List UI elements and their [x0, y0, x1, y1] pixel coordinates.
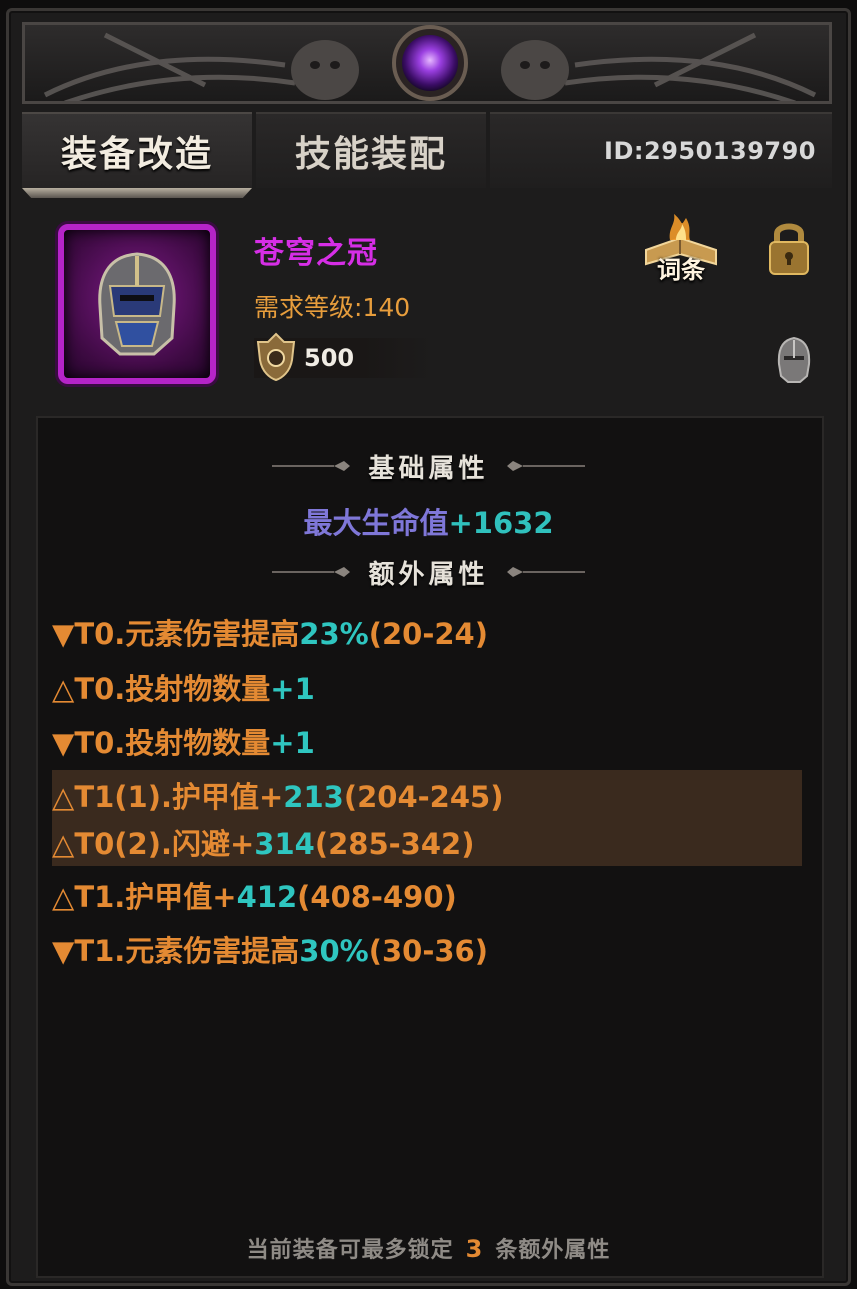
affix-range: (408-490) [297, 880, 457, 914]
ornamental-banner [22, 22, 832, 104]
tab-skill-assign[interactable]: 技能装配 [256, 112, 486, 188]
item-slot[interactable] [58, 224, 216, 384]
affix-range: (204-245) [343, 780, 504, 814]
affix-row[interactable]: △T0.投射物数量+1 [52, 665, 315, 713]
padlock-icon [769, 223, 809, 275]
player-id: ID:2950139790 [604, 137, 816, 165]
section-title-extra: 额外属性 [368, 559, 489, 590]
affix-marker: ▼ [52, 726, 75, 760]
affix-range: (20-24) [368, 617, 488, 651]
affix-row[interactable]: △T1.护甲值+412(408-490) [52, 873, 457, 921]
affix-marker: △ [52, 672, 75, 706]
affix-text: T0.投射物数量 [74, 726, 271, 760]
section-title-base: 基础属性 [368, 453, 489, 484]
affix-range: (30-36) [368, 934, 488, 968]
affix-row[interactable]: ▼T0.元素伤害提高23%(20-24) [52, 610, 488, 658]
base-stat-name: 最大生命值 [303, 506, 449, 540]
affix-value: +1 [270, 672, 315, 706]
base-stat-value: +1632 [448, 506, 554, 540]
affix-value: 314 [254, 827, 315, 861]
affix-value: +1 [270, 726, 315, 760]
section-header-base: 基础属性 [0, 446, 857, 486]
purple-helmet-icon [98, 252, 176, 356]
lock-limit-note: 当前装备可最多锁定 3 条额外属性 [0, 1232, 857, 1264]
affix-value: 23% [299, 617, 369, 651]
player-id-bar: ID:2950139790 [490, 112, 832, 188]
lock-note-after: 条额外属性 [495, 1238, 611, 1263]
affix-range: (285-342) [314, 827, 475, 861]
affix-row-locked[interactable]: △T1(1).护甲值+213(204-245) [52, 773, 503, 821]
affix-marker: △ [52, 780, 75, 814]
helmet-slot-icon[interactable] [774, 336, 814, 388]
affix-row[interactable]: ▼T0.投射物数量+1 [52, 719, 315, 767]
affix-button-label: 词条 [657, 256, 705, 284]
section-header-extra: 额外属性 [0, 552, 857, 592]
affix-text: T0.投射物数量 [74, 672, 271, 706]
affix-value: 412 [236, 880, 298, 914]
affix-text: T1.护甲值+ [74, 880, 237, 914]
divider-ornament-left [272, 567, 351, 577]
affix-marker: ▼ [52, 617, 75, 651]
affix-text: T0(2).闪避+ [74, 827, 255, 861]
lock-note-before: 当前装备可最多锁定 [246, 1238, 454, 1263]
affix-marker: △ [52, 827, 75, 861]
affix-text: T0.元素伤害提高 [74, 617, 300, 651]
power-score: 500 [254, 332, 434, 382]
affix-value: 30% [299, 934, 369, 968]
power-crest-icon [256, 332, 296, 382]
base-stat: 最大生命值+1632 [0, 500, 857, 542]
power-value: 500 [304, 344, 355, 372]
affix-marker: ▼ [52, 934, 75, 968]
affix-text: T1(1).护甲值+ [74, 780, 284, 814]
item-name: 苍穹之冠 [254, 236, 378, 271]
lock-button[interactable] [766, 218, 812, 282]
item-level-requirement: 需求等级:140 [254, 293, 411, 322]
affix-row-locked[interactable]: △T0(2).闪避+314(285-342) [52, 820, 474, 868]
tab-equipment-modify[interactable]: 装备改造 [22, 112, 252, 188]
affix-text: T1.元素伤害提高 [74, 934, 300, 968]
lock-count: 3 [465, 1235, 484, 1263]
affix-row[interactable]: ▼T1.元素伤害提高30%(30-36) [52, 927, 488, 975]
affix-marker: △ [52, 880, 75, 914]
affix-button[interactable]: 词条 [640, 210, 722, 286]
divider-ornament-right [506, 461, 585, 471]
divider-ornament-left [272, 461, 351, 471]
affix-value: 213 [283, 780, 344, 814]
divider-ornament-right [506, 567, 585, 577]
